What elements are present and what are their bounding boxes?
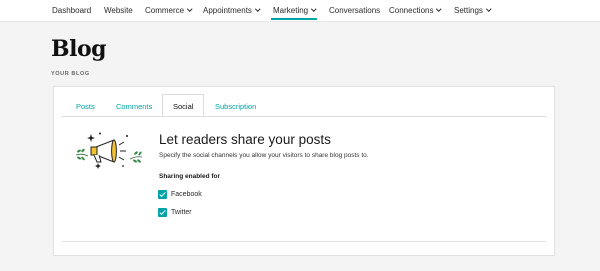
sharing-enabled-label: Sharing enabled for: [159, 173, 221, 180]
social-description: Specify the social channels you allow yo…: [159, 152, 369, 159]
nav-appointments[interactable]: Appointments: [203, 4, 261, 16]
tab-posts[interactable]: Posts: [76, 102, 95, 111]
facebook-label: Facebook: [171, 191, 202, 198]
page-title: Blog: [51, 36, 107, 62]
chevron-down-icon: [311, 6, 317, 11]
nav-commerce-label: Commerce: [145, 5, 185, 15]
tab-comments[interactable]: Comments: [116, 102, 152, 111]
tab-subscription[interactable]: Subscription: [215, 102, 256, 111]
nav-marketing-label: Marketing: [273, 5, 309, 15]
nav-connections[interactable]: Connections: [389, 4, 442, 16]
tab-social[interactable]: Social: [173, 102, 193, 111]
tab-divider: [62, 116, 546, 117]
chevron-down-icon: [255, 6, 261, 11]
card-divider: [62, 241, 546, 242]
twitter-option[interactable]: Twitter: [158, 208, 192, 217]
left-leaf-icon: [75, 148, 89, 161]
nav-website[interactable]: Website: [104, 4, 133, 16]
nav-settings[interactable]: Settings: [454, 4, 492, 16]
chevron-down-icon: [486, 6, 492, 11]
nav-commerce[interactable]: Commerce: [145, 4, 193, 16]
twitter-checkbox[interactable]: [158, 208, 167, 217]
megaphone-icon: [75, 132, 143, 169]
nav-connections-label: Connections: [389, 5, 434, 15]
right-leaf-icon: [129, 151, 143, 163]
chevron-down-icon: [436, 6, 442, 11]
social-title: Let readers share your posts: [159, 132, 331, 147]
nav-dashboard-label: Dashboard: [52, 5, 92, 15]
nav-conversations[interactable]: Conversations: [329, 4, 380, 16]
nav-conversations-label: Conversations: [329, 5, 381, 15]
nav-website-label: Website: [104, 5, 133, 15]
nav-active-indicator: [271, 18, 317, 20]
nav-marketing[interactable]: Marketing: [273, 4, 317, 16]
facebook-option[interactable]: Facebook: [158, 190, 202, 199]
page-subtitle: YOUR BLOG: [51, 71, 90, 77]
twitter-label: Twitter: [171, 209, 192, 216]
megaphone-body: [90, 139, 126, 163]
nav-dashboard[interactable]: Dashboard: [52, 4, 91, 16]
blog-settings-card: Posts Comments Social Subscription Let r…: [53, 86, 555, 256]
facebook-checkbox[interactable]: [158, 190, 167, 199]
nav-appointments-label: Appointments: [203, 5, 252, 15]
nav-settings-label: Settings: [454, 5, 483, 15]
chevron-down-icon: [187, 6, 193, 11]
top-navigation: Dashboard Website Commerce Appointments …: [0, 0, 600, 22]
